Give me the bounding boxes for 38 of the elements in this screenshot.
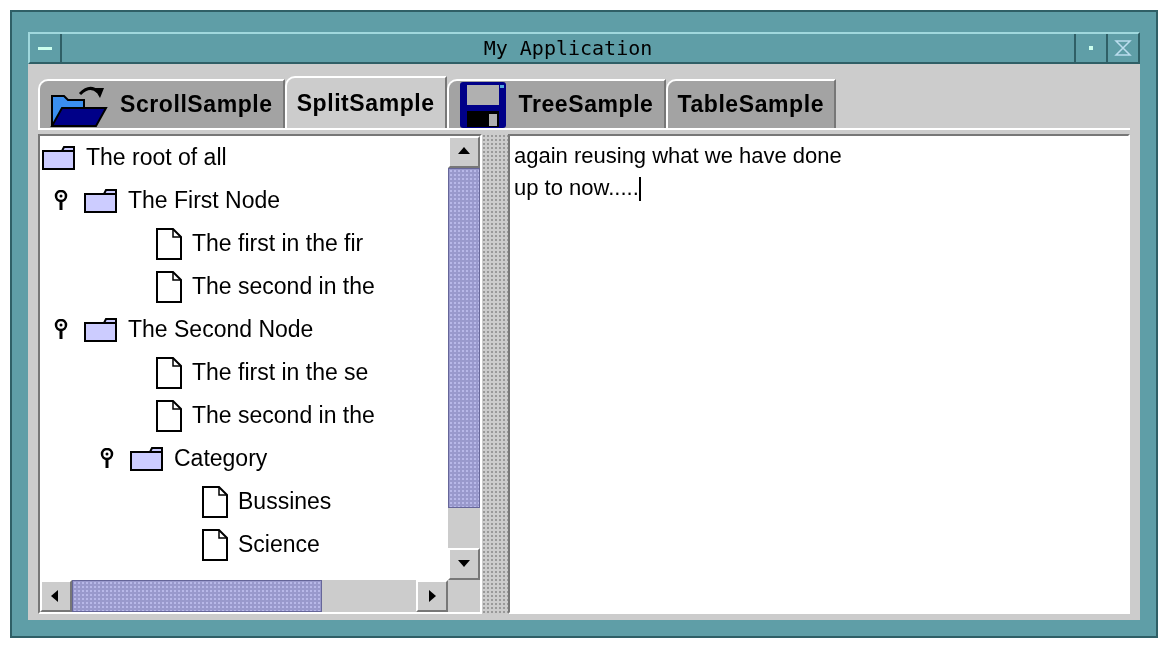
horizontal-scrollbar[interactable] [40,580,448,612]
folder-icon [84,188,118,213]
tab[interactable]: SplitSample [284,76,447,128]
tab[interactable]: TreeSample [446,79,666,128]
tree-node-label[interactable]: The root of all [86,140,227,175]
tree-toggle-icon[interactable] [54,189,68,212]
folder-icon [84,317,118,342]
document-icon [202,528,228,561]
tree-node-label[interactable]: Bussines [238,484,332,519]
tree-toggle-icon[interactable] [100,447,114,470]
tab[interactable]: TableSample [665,79,836,128]
folder-icon [130,446,164,471]
scroll-left-button[interactable] [40,580,72,612]
scroll-up-button[interactable] [448,136,480,168]
tree-node-label[interactable]: Category [174,441,268,476]
folder-icon [42,145,76,170]
scroll-right-button[interactable] [416,580,448,612]
scroll-down-button[interactable] [448,548,480,580]
tree-node-label[interactable]: The Second Node [128,312,314,347]
tree-toggle-icon[interactable] [54,318,68,341]
vertical-scrollbar[interactable] [448,136,480,580]
document-icon [156,227,182,260]
hourglass-icon [1114,39,1132,57]
tree-node-label[interactable]: Science [238,527,320,562]
document-icon [156,270,182,303]
tree-node-label[interactable]: The first in the fir [192,226,364,261]
tree-node-label[interactable]: The First Node [128,183,281,218]
document-icon [156,356,182,389]
window-title: My Application [482,35,654,62]
tree-node-label[interactable]: The second in the [192,398,375,433]
tree-node-label[interactable]: The first in the se [192,355,369,390]
text-area[interactable]: again reusing what we have done up to now..... [508,134,1130,614]
document-icon [202,485,228,518]
scroll-thumb[interactable] [72,580,322,612]
scroll-thumb[interactable] [448,168,480,508]
tab[interactable]: ScrollSample [38,79,285,128]
document-icon [156,399,182,432]
tree-node-label[interactable]: The second in the [192,269,375,304]
